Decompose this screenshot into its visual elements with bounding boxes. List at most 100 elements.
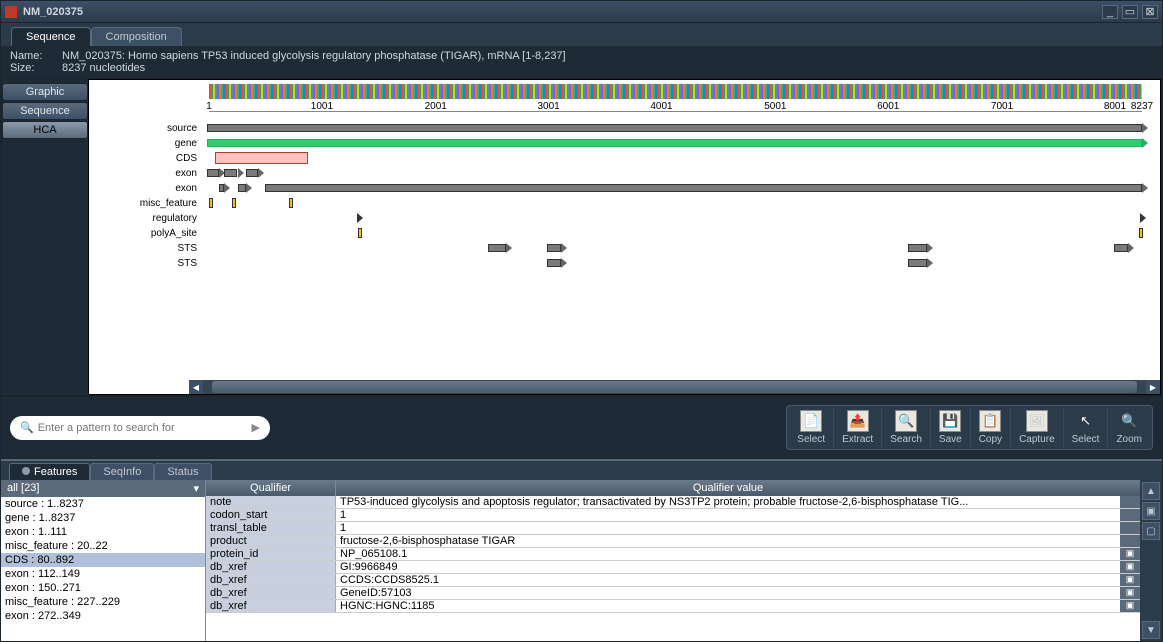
track-sts1[interactable] [207, 241, 1142, 256]
document-icon: 📄 [800, 410, 822, 432]
tab-features[interactable]: Features [9, 463, 90, 480]
zoom-icon: 🔍 [1118, 410, 1140, 432]
qualifier-action-button[interactable]: ▣ [1120, 600, 1140, 612]
feature-list-item[interactable]: gene : 1..8237 [1, 511, 205, 525]
scroll-down-button[interactable]: ▼ [1142, 621, 1160, 639]
close-button[interactable]: ⊠ [1142, 5, 1158, 19]
qualifier-action-button[interactable]: ▣ [1120, 587, 1140, 599]
window-title: NM_020375 [23, 6, 1102, 18]
track-label-gene: gene [89, 138, 207, 149]
feature-list-item[interactable]: exon : 150..271 [1, 581, 205, 595]
qualifier-value: 1 [336, 522, 1120, 534]
search-action-icon: 🔍 [895, 410, 917, 432]
qualifier-header[interactable]: Qualifier [206, 480, 336, 496]
track-misc[interactable] [207, 196, 1142, 211]
capture-button[interactable]: 🖼Capture [1011, 408, 1064, 447]
track-label-sts1: STS [89, 243, 207, 254]
qualifier-row[interactable]: codon_start1 [206, 509, 1140, 522]
scroll-up-button[interactable]: ▲ [1142, 482, 1160, 500]
expand-button[interactable]: ▣ [1142, 502, 1160, 520]
save-icon: 💾 [939, 410, 961, 432]
qualifier-value: GI:9966849 [336, 561, 1120, 573]
search-button[interactable]: 🔍Search [882, 408, 931, 447]
qualifier-row[interactable]: db_xrefHGNC:HGNC:1185▣ [206, 600, 1140, 613]
name-label: Name: [10, 50, 54, 62]
feature-list-item[interactable]: CDS : 80..892 [1, 553, 205, 567]
zoom-button[interactable]: 🔍Zoom [1108, 408, 1150, 447]
chevron-down-icon: ▾ [193, 482, 199, 495]
feature-list-item[interactable]: misc_feature : 227..229 [1, 595, 205, 609]
qualifier-row[interactable]: db_xrefCCDS:CCDS8525.1▣ [206, 574, 1140, 587]
save-button[interactable]: 💾Save [931, 408, 971, 447]
track-polya[interactable] [207, 226, 1142, 241]
toolbar: 🔍 ▶ 📄Select 📤Extract 🔍Search 💾Save 📋Copy… [1, 396, 1162, 459]
qualifier-row[interactable]: noteTP53-induced glycolysis and apoptosi… [206, 496, 1140, 509]
qualifier-row[interactable]: db_xrefGeneID:57103▣ [206, 587, 1140, 600]
track-gene[interactable] [207, 136, 1142, 151]
title-bar[interactable]: NM_020375 _ ▭ ⊠ [1, 1, 1162, 23]
minimize-button[interactable]: _ [1102, 5, 1118, 19]
graphic-panel[interactable]: 1 1001 2001 3001 4001 5001 6001 7001 800… [88, 79, 1161, 395]
track-label-regulatory: regulatory [89, 213, 207, 224]
tab-composition[interactable]: Composition [91, 27, 182, 46]
track-cds[interactable] [207, 151, 1142, 166]
copy-button[interactable]: 📋Copy [971, 408, 1011, 447]
qualifier-action-button [1120, 496, 1140, 508]
qualifier-name: db_xref [206, 574, 336, 586]
feature-filter-dropdown[interactable]: all [23] ▾ [1, 480, 205, 497]
qualifier-rows[interactable]: noteTP53-induced glycolysis and apoptosi… [206, 496, 1140, 641]
side-tab-hca[interactable]: HCA [2, 121, 88, 139]
track-sts2[interactable] [207, 256, 1142, 271]
qualifier-row[interactable]: db_xrefGI:9966849▣ [206, 561, 1140, 574]
scroll-left-button[interactable]: ◀ [189, 380, 203, 394]
qualifier-row[interactable]: productfructose-2,6-bisphosphatase TIGAR [206, 535, 1140, 548]
extract-button[interactable]: 📤Extract [834, 408, 882, 447]
tab-sequence[interactable]: Sequence [11, 27, 91, 46]
qualifier-action-button[interactable]: ▣ [1120, 574, 1140, 586]
qualifier-name: product [206, 535, 336, 547]
track-label-misc: misc_feature [89, 198, 207, 209]
search-box[interactable]: 🔍 ▶ [10, 416, 270, 440]
copy-icon: 📋 [979, 410, 1001, 432]
track-label-sts2: STS [89, 258, 207, 269]
search-input[interactable] [38, 422, 252, 434]
side-tab-graphic[interactable]: Graphic [2, 83, 88, 101]
qualifier-name: db_xref [206, 600, 336, 612]
track-exon1[interactable] [207, 166, 1142, 181]
right-toolbar: ▲ ▣ ▢ ▼ [1140, 480, 1162, 641]
tab-status[interactable]: Status [154, 463, 211, 480]
qualifier-value: fructose-2,6-bisphosphatase TIGAR [336, 535, 1120, 547]
size-value: 8237 nucleotides [62, 62, 145, 74]
qualifier-action-button[interactable]: ▣ [1120, 561, 1140, 573]
qualifier-row[interactable]: transl_table1 [206, 522, 1140, 535]
search-go-icon[interactable]: ▶ [252, 421, 260, 434]
qualifier-value: TP53-induced glycolysis and apoptosis re… [336, 496, 1120, 508]
select-button[interactable]: 📄Select [789, 408, 834, 447]
select-cursor-button[interactable]: ↖Select [1064, 408, 1109, 447]
app-icon [5, 6, 17, 18]
feature-tracks: source gene CDS exon exon [89, 121, 1142, 271]
feature-list-item[interactable]: source : 1..8237 [1, 497, 205, 511]
side-tab-sequence[interactable]: Sequence [2, 102, 88, 120]
track-label-exon1: exon [89, 168, 207, 179]
maximize-button[interactable]: ▭ [1122, 5, 1138, 19]
position-ruler[interactable]: 1 1001 2001 3001 4001 5001 6001 7001 800… [209, 101, 1142, 121]
feature-list-item[interactable]: exon : 272..349 [1, 609, 205, 623]
feature-list-item[interactable]: exon : 1..111 [1, 525, 205, 539]
feature-list[interactable]: source : 1..8237gene : 1..8237exon : 1..… [1, 497, 205, 641]
horizontal-scrollbar[interactable]: ◀ ▶ [189, 380, 1160, 394]
tab-seqinfo[interactable]: SeqInfo [90, 463, 154, 480]
qualifier-row[interactable]: protein_idNP_065108.1▣ [206, 548, 1140, 561]
qualifier-action-button[interactable]: ▣ [1120, 548, 1140, 560]
scroll-right-button[interactable]: ▶ [1146, 380, 1160, 394]
track-source[interactable] [207, 121, 1142, 136]
feature-list-item[interactable]: exon : 112..149 [1, 567, 205, 581]
feature-list-item[interactable]: misc_feature : 20..22 [1, 539, 205, 553]
qualifier-value-header[interactable]: Qualifier value [336, 480, 1120, 496]
track-label-polya: polyA_site [89, 228, 207, 239]
track-regulatory[interactable] [207, 211, 1142, 226]
track-exon2[interactable] [207, 181, 1142, 196]
side-tab-bar: Graphic Sequence HCA [2, 79, 88, 395]
sequence-color-strip[interactable] [209, 84, 1142, 99]
collapse-button[interactable]: ▢ [1142, 522, 1160, 540]
